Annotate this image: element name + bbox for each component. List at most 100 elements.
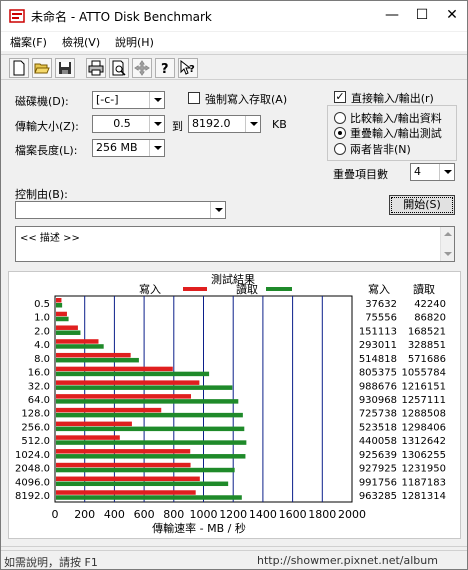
value-read: 86820 bbox=[414, 313, 446, 324]
bar-read bbox=[56, 385, 233, 390]
x-tick-label: 800 bbox=[163, 508, 184, 521]
value-read: 571686 bbox=[408, 354, 446, 365]
x-tick-label: 400 bbox=[104, 508, 125, 521]
menu-view[interactable]: 檢視(V) bbox=[62, 34, 100, 50]
results-chart: 測試結果寫入 讀取 寫入 讀取0 200 400 600 800 1000 1200 1400 160… bbox=[15, 272, 446, 535]
table-header-read: 讀取 bbox=[413, 282, 435, 296]
category-label: 4.0 bbox=[34, 340, 50, 351]
value-read: 1312642 bbox=[401, 436, 446, 447]
description-scrollbar[interactable] bbox=[440, 227, 454, 261]
chevron-down-icon[interactable] bbox=[245, 116, 260, 132]
transfer-from-select[interactable]: 0.5 bbox=[92, 115, 165, 133]
radio-overlap[interactable] bbox=[334, 127, 346, 139]
scroll-up-icon[interactable] bbox=[444, 232, 452, 236]
control-label: 控制由(B): bbox=[15, 188, 68, 201]
category-label: 2.0 bbox=[34, 326, 50, 337]
maximize-button[interactable]: ☐ bbox=[407, 1, 437, 31]
title-bar[interactable]: 未命名 - ATTO Disk Benchmark — ☐ ✕ bbox=[1, 1, 467, 31]
chevron-down-icon[interactable] bbox=[149, 116, 164, 132]
print-button[interactable] bbox=[86, 58, 106, 78]
bar-write bbox=[56, 394, 192, 399]
chevron-down-icon[interactable] bbox=[210, 202, 225, 218]
scroll-down-icon[interactable] bbox=[444, 252, 452, 256]
value-read: 1216151 bbox=[401, 381, 446, 392]
results-panel: 測試結果 寫入 讀取 寫入 讀取 0 200 400 600 800 1000 1200 1400 160… bbox=[8, 271, 461, 539]
bar-write bbox=[56, 476, 200, 482]
value-read: 1231950 bbox=[401, 464, 446, 475]
value-write: 37632 bbox=[365, 299, 397, 310]
move-button[interactable] bbox=[132, 58, 152, 78]
value-write: 925639 bbox=[359, 450, 397, 461]
legend-write-label: 寫入 bbox=[139, 282, 161, 296]
force-write-checkbox[interactable] bbox=[188, 92, 200, 104]
x-axis-label: 傳輸速率 - MB / 秒 bbox=[152, 521, 246, 535]
value-write: 523518 bbox=[359, 422, 397, 433]
x-tick-label: 600 bbox=[134, 508, 155, 521]
transfer-to-value: 8192.0 bbox=[192, 117, 231, 130]
bar-write bbox=[56, 352, 131, 358]
radio-neither[interactable] bbox=[334, 143, 346, 155]
chevron-down-icon[interactable] bbox=[439, 164, 454, 180]
value-write: 991756 bbox=[359, 477, 397, 488]
category-label: 256.0 bbox=[21, 422, 50, 433]
value-write: 988676 bbox=[359, 381, 397, 392]
drive-value: [-c-] bbox=[96, 93, 119, 106]
direct-io-checkbox[interactable]: ✓ bbox=[334, 91, 346, 103]
value-write: 293011 bbox=[359, 340, 397, 351]
kb-label: KB bbox=[272, 118, 287, 131]
x-tick-label: 1600 bbox=[279, 508, 307, 521]
menu-help[interactable]: 說明(H) bbox=[115, 34, 154, 50]
status-help-text: 如需說明，請按 F1 bbox=[4, 556, 98, 569]
x-tick-label: 2000 bbox=[338, 508, 366, 521]
bar-write bbox=[56, 421, 132, 427]
queue-depth-label: 重疊項目數 bbox=[333, 168, 388, 181]
chevron-down-icon[interactable] bbox=[149, 92, 164, 108]
open-button[interactable] bbox=[32, 58, 52, 78]
value-write: 930968 bbox=[359, 395, 397, 406]
save-button[interactable] bbox=[55, 58, 75, 78]
file-length-select[interactable]: 256 MB bbox=[92, 139, 165, 157]
help-button[interactable]: ? bbox=[155, 58, 175, 78]
chevron-down-icon[interactable] bbox=[149, 140, 164, 156]
bar-read bbox=[56, 316, 69, 322]
bar-write bbox=[56, 298, 62, 303]
new-button[interactable] bbox=[9, 58, 29, 78]
value-write: 927925 bbox=[359, 464, 397, 475]
legend-write-swatch bbox=[183, 287, 207, 291]
value-write: 151113 bbox=[359, 326, 397, 337]
legend-read-label: 讀取 bbox=[236, 282, 258, 296]
control-select[interactable] bbox=[15, 201, 226, 219]
transfer-size-label: 傳輸大小(Z): bbox=[15, 120, 79, 133]
start-button[interactable]: 開始(S) bbox=[389, 195, 455, 215]
context-help-button[interactable]: ? bbox=[178, 58, 198, 78]
category-label: 512.0 bbox=[21, 436, 50, 447]
radio-compare[interactable] bbox=[334, 112, 346, 124]
bar-read bbox=[56, 399, 239, 404]
bar-read bbox=[56, 454, 246, 459]
close-button[interactable]: ✕ bbox=[437, 1, 467, 31]
to-label: 到 bbox=[172, 120, 183, 133]
transfer-from-value: 0.5 bbox=[113, 117, 131, 130]
print-preview-button[interactable] bbox=[109, 58, 129, 78]
bar-read bbox=[56, 412, 243, 418]
minimize-button[interactable]: — bbox=[377, 1, 407, 31]
value-read: 1257111 bbox=[401, 395, 446, 406]
value-read: 42240 bbox=[414, 299, 446, 310]
category-label: 2048.0 bbox=[15, 464, 50, 475]
bar-write bbox=[56, 339, 99, 344]
status-watermark: http://showmer.pixnet.net/album bbox=[257, 554, 438, 567]
drive-select[interactable]: [-c-] bbox=[92, 91, 165, 109]
bar-write bbox=[56, 449, 191, 454]
value-read: 1055784 bbox=[401, 368, 446, 379]
description-field[interactable]: << 描述 >> bbox=[15, 226, 455, 262]
category-label: 0.5 bbox=[34, 299, 50, 310]
queue-depth-select[interactable]: 4 bbox=[410, 163, 455, 181]
direct-io-label: 直接輸入/輸出(r) bbox=[351, 92, 434, 105]
transfer-to-select[interactable]: 8192.0 bbox=[188, 115, 261, 133]
menu-file[interactable]: 檔案(F) bbox=[10, 34, 47, 50]
new-icon bbox=[13, 60, 25, 76]
radio-overlap-label: 重疊輸入/輸出測試 bbox=[350, 127, 442, 140]
value-read: 1187183 bbox=[401, 477, 446, 488]
bar-read bbox=[56, 440, 247, 445]
category-label: 32.0 bbox=[28, 381, 50, 392]
